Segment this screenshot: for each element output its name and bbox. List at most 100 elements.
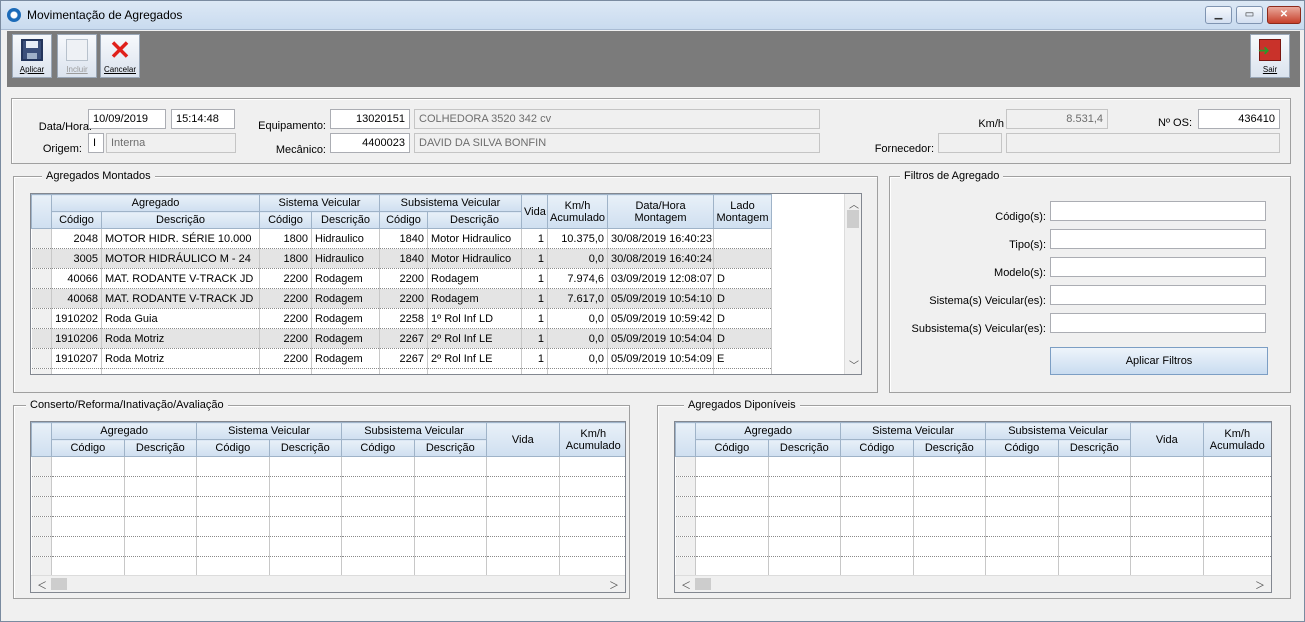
empty-cell[interactable] bbox=[1058, 496, 1132, 517]
cell-sis-cod[interactable]: 1800 bbox=[259, 248, 312, 269]
sistema-filter-input[interactable] bbox=[1050, 285, 1266, 305]
cell-cod[interactable]: 3005 bbox=[51, 248, 102, 269]
empty-cell[interactable] bbox=[486, 536, 560, 557]
header-vida[interactable]: Vida bbox=[486, 422, 560, 457]
row-selector[interactable] bbox=[31, 516, 53, 537]
cell-desc[interactable]: MOTOR HIDRÁULICO M - 24 bbox=[101, 248, 260, 269]
row-selector[interactable] bbox=[31, 308, 52, 329]
empty-cell[interactable] bbox=[695, 496, 769, 517]
cell-cod[interactable]: 1910202 bbox=[51, 308, 102, 329]
include-button[interactable]: Incluir bbox=[57, 34, 97, 78]
empty-cell[interactable] bbox=[379, 368, 428, 374]
cell-data[interactable]: 30/08/2019 16:40:23 bbox=[607, 228, 715, 249]
empty-cell[interactable] bbox=[259, 368, 312, 374]
row-selector[interactable] bbox=[31, 456, 53, 477]
table-row[interactable] bbox=[31, 476, 625, 497]
apply-button[interactable]: Aplicar bbox=[12, 34, 52, 78]
cell-data[interactable]: 30/08/2019 16:40:24 bbox=[607, 248, 715, 269]
empty-cell[interactable] bbox=[1130, 496, 1204, 517]
cell-desc[interactable]: MAT. RODANTE V-TRACK JD bbox=[101, 268, 260, 289]
empty-cell[interactable] bbox=[695, 516, 769, 537]
scroll-right-icon[interactable]: ＞ bbox=[609, 577, 619, 592]
empty-cell[interactable] bbox=[269, 516, 343, 537]
empty-cell[interactable] bbox=[51, 496, 125, 517]
cell-sis-cod[interactable]: 2200 bbox=[259, 268, 312, 289]
empty-cell[interactable] bbox=[985, 496, 1059, 517]
empty-cell[interactable] bbox=[559, 456, 625, 477]
header-subsistema-descricao[interactable]: Descrição bbox=[413, 439, 488, 457]
repair-scroll-thumb[interactable] bbox=[51, 578, 67, 590]
table-row[interactable]: 1910206 Roda Motriz 2200 Rodagem 2267 2º Rol … bbox=[31, 328, 773, 349]
cell-cod[interactable]: 40066 bbox=[51, 268, 102, 289]
cell-sub-cod[interactable]: 2258 bbox=[379, 308, 428, 329]
empty-cell[interactable] bbox=[1203, 496, 1271, 517]
cell-km[interactable]: 0,0 bbox=[547, 248, 609, 269]
header-subsistema-codigo[interactable]: Código bbox=[379, 211, 428, 229]
empty-cell[interactable] bbox=[341, 476, 415, 497]
empty-cell[interactable] bbox=[840, 476, 914, 497]
cell-cod[interactable]: 1910207 bbox=[51, 348, 102, 369]
row-selector[interactable] bbox=[31, 288, 52, 309]
cell-km[interactable]: 10.375,0 bbox=[547, 228, 609, 249]
empty-cell[interactable] bbox=[196, 496, 270, 517]
cell-sis-cod[interactable]: 2200 bbox=[259, 348, 312, 369]
table-row[interactable] bbox=[675, 456, 1271, 477]
cell-lado[interactable]: D bbox=[713, 308, 773, 329]
empty-cell[interactable] bbox=[559, 556, 625, 577]
repair-horizontal-scrollbar[interactable]: ＜ ＞ bbox=[31, 575, 625, 592]
scroll-up-icon[interactable]: ︿ bbox=[849, 196, 859, 211]
scroll-down-icon[interactable]: ﹀ bbox=[849, 357, 859, 372]
empty-cell[interactable] bbox=[414, 476, 488, 497]
empty-cell[interactable] bbox=[341, 516, 415, 537]
empty-cell[interactable] bbox=[1130, 536, 1204, 557]
cell-km[interactable]: 0,0 bbox=[547, 348, 609, 369]
row-selector[interactable] bbox=[675, 456, 697, 477]
empty-cell[interactable] bbox=[913, 476, 987, 497]
row-selector[interactable] bbox=[31, 328, 52, 349]
empty-cell[interactable] bbox=[427, 368, 523, 374]
cell-sis-cod[interactable]: 1800 bbox=[259, 228, 312, 249]
empty-cell[interactable] bbox=[1058, 476, 1132, 497]
cell-sub-desc[interactable]: 2º Rol Inf LE bbox=[427, 348, 523, 369]
row-selector[interactable] bbox=[675, 516, 697, 537]
equipment-code-field[interactable]: 13020151 bbox=[330, 109, 410, 129]
empty-cell[interactable] bbox=[913, 456, 987, 477]
empty-cell[interactable] bbox=[341, 536, 415, 557]
cell-sub-cod[interactable]: 1840 bbox=[379, 248, 428, 269]
empty-cell[interactable] bbox=[559, 496, 625, 517]
cell-data[interactable]: 03/09/2019 12:08:07 bbox=[607, 268, 715, 289]
empty-cell[interactable] bbox=[196, 516, 270, 537]
available-horizontal-scrollbar[interactable]: ＜ ＞ bbox=[675, 575, 1271, 592]
row-selector[interactable] bbox=[675, 476, 697, 497]
header-sistema-descricao[interactable]: Descrição bbox=[311, 211, 380, 229]
header-agregado-codigo[interactable]: Código bbox=[695, 439, 769, 457]
cell-sis-desc[interactable]: Rodagem bbox=[311, 328, 380, 349]
empty-cell[interactable] bbox=[840, 516, 914, 537]
table-row[interactable] bbox=[675, 536, 1271, 557]
cell-data[interactable]: 05/09/2019 10:54:09 bbox=[607, 348, 715, 369]
row-selector[interactable] bbox=[31, 228, 52, 249]
cell-sub-cod[interactable]: 2267 bbox=[379, 348, 428, 369]
modelo-filter-input[interactable] bbox=[1050, 257, 1266, 277]
table-row[interactable] bbox=[31, 516, 625, 537]
cell-sub-cod[interactable]: 1840 bbox=[379, 228, 428, 249]
minimize-button[interactable]: ▁ bbox=[1205, 6, 1232, 24]
empty-cell[interactable] bbox=[1203, 516, 1271, 537]
empty-cell[interactable] bbox=[414, 556, 488, 577]
header-km[interactable]: Km/h Acumulado bbox=[1202, 422, 1271, 457]
empty-cell[interactable] bbox=[768, 516, 842, 537]
empty-cell[interactable] bbox=[547, 368, 609, 374]
cell-vida[interactable]: 1 bbox=[521, 268, 549, 289]
empty-cell[interactable] bbox=[414, 456, 488, 477]
cell-desc[interactable]: Roda Motriz bbox=[101, 328, 260, 349]
cell-lado[interactable]: D bbox=[713, 288, 773, 309]
empty-cell[interactable] bbox=[124, 476, 198, 497]
header-subsistema-descricao[interactable]: Descrição bbox=[1057, 439, 1132, 457]
cell-sub-desc[interactable]: Motor Hidraulico bbox=[427, 228, 523, 249]
available-grid[interactable]: Agregado Sistema Veicular Subsistema Veicu… bbox=[674, 421, 1272, 593]
empty-cell[interactable] bbox=[414, 496, 488, 517]
empty-cell[interactable] bbox=[913, 556, 987, 577]
empty-cell[interactable] bbox=[985, 476, 1059, 497]
empty-cell[interactable] bbox=[913, 536, 987, 557]
mechanic-code-field[interactable]: 4400023 bbox=[330, 133, 410, 153]
